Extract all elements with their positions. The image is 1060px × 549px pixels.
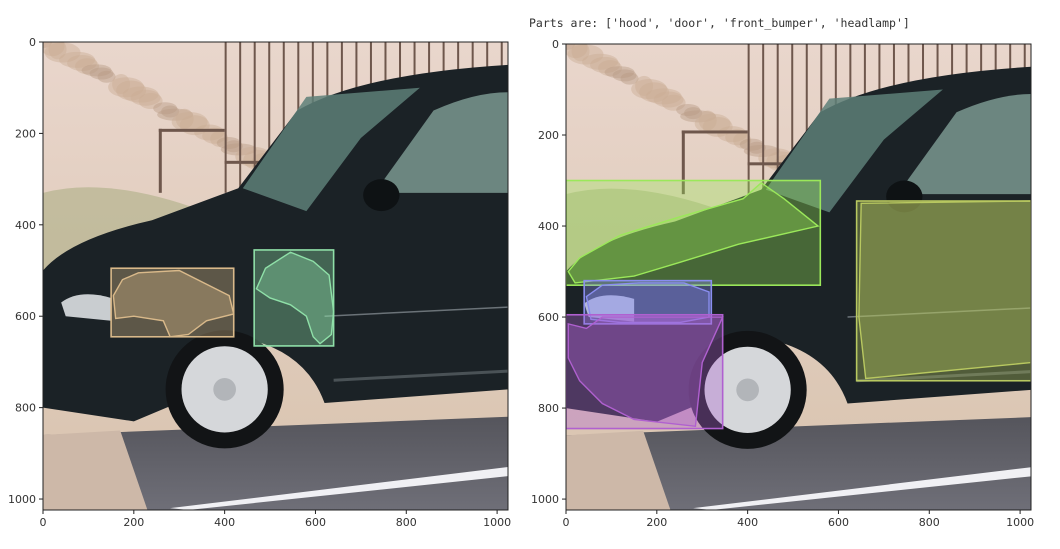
door-mask xyxy=(858,200,1031,380)
gate-bar xyxy=(239,42,242,193)
x-tick-label: 800 xyxy=(396,516,417,529)
wall-stone xyxy=(645,88,682,105)
wall-stone xyxy=(122,86,159,103)
wall-stone xyxy=(175,108,194,129)
y-tick-label: 1000 xyxy=(531,493,559,506)
x-tick-label: 800 xyxy=(919,516,940,529)
wall-stone xyxy=(739,138,764,151)
wall-stone xyxy=(604,66,635,79)
wall-stone xyxy=(566,44,588,59)
x-tick-label: 200 xyxy=(123,516,144,529)
y-tick-label: 200 xyxy=(15,127,36,140)
x-tick-label: 1000 xyxy=(483,516,511,529)
hub-center xyxy=(736,378,759,402)
wall-stone xyxy=(676,103,701,116)
right-image-panel: 0 200 400 600 800 1000 0 200 400 600 800 1000 xyxy=(531,38,1034,529)
y-tick-label: 800 xyxy=(538,402,559,415)
x-tick-label: 600 xyxy=(305,516,326,529)
gate-bar xyxy=(224,42,227,193)
annotation-damage xyxy=(110,267,235,338)
x-tick-label: 1000 xyxy=(1006,516,1034,529)
y-tick-label: 400 xyxy=(538,220,559,233)
annotation-hood xyxy=(566,179,822,286)
annotation-door xyxy=(855,200,1031,382)
left-image-panel: 0 200 400 600 800 1000 0 200 400 600 800 1000 xyxy=(8,36,511,529)
x-tick-label: 400 xyxy=(737,516,758,529)
hub-center xyxy=(213,377,236,401)
wall-stone xyxy=(216,137,241,150)
y-tick-label: 600 xyxy=(15,310,36,323)
y-tick-label: 1000 xyxy=(8,493,36,506)
gate-bar xyxy=(762,44,765,195)
gate-frame xyxy=(681,130,748,134)
y-tick-label: 0 xyxy=(552,38,559,51)
annotation-damage xyxy=(253,249,335,347)
wall-stone xyxy=(153,102,178,115)
side-mirror xyxy=(363,179,400,212)
figure: 0 200 400 600 800 1000 0 200 400 600 800 1000 0 200 4… xyxy=(8,36,1034,529)
annotation-front_bumper xyxy=(566,313,724,430)
gate-frame xyxy=(158,128,162,193)
x-tick-label: 200 xyxy=(646,516,667,529)
x-tick-label: 0 xyxy=(40,516,47,529)
x-tick-label: 600 xyxy=(828,516,849,529)
gate-frame xyxy=(158,128,225,132)
wall-stone xyxy=(698,110,717,131)
gate-bar xyxy=(747,44,750,195)
y-tick-label: 600 xyxy=(538,311,559,324)
y-tick-label: 400 xyxy=(15,219,36,232)
y-tick-label: 200 xyxy=(538,129,559,142)
wall-stone xyxy=(194,124,225,141)
wall-stone xyxy=(43,42,65,57)
x-tick-label: 400 xyxy=(214,516,235,529)
y-tick-label: 800 xyxy=(15,402,36,415)
wall-stone xyxy=(717,126,748,143)
x-tick-label: 0 xyxy=(563,516,570,529)
wall-stone xyxy=(81,64,112,77)
y-tick-label: 0 xyxy=(29,36,36,49)
